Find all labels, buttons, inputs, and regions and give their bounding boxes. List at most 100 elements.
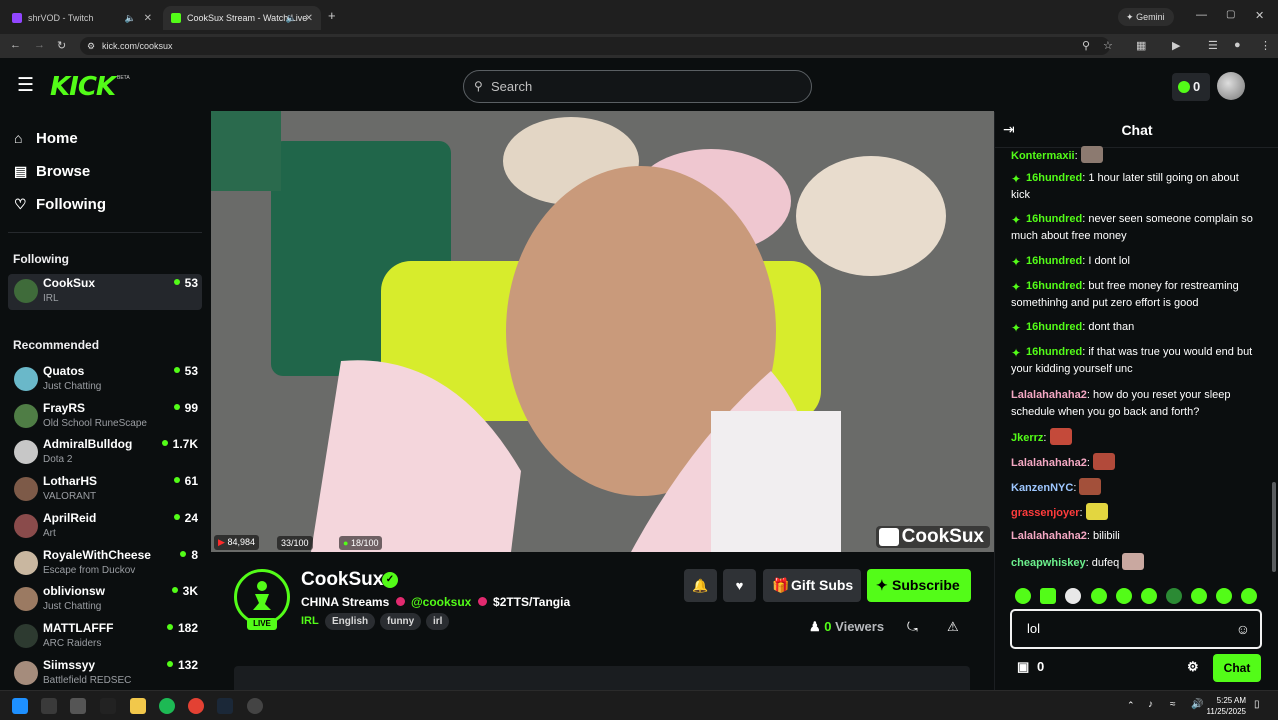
sidebar-channel[interactable]: Siimssyy Battlefield REDSEC 132 <box>8 656 202 692</box>
sidebar-channel[interactable]: MATTLAFFF ARC Raiders 182 <box>8 619 202 655</box>
chat-scrollbar[interactable] <box>1272 482 1276 572</box>
emote-icon[interactable] <box>1141 588 1157 604</box>
translate-icon[interactable]: ☰ <box>1208 39 1218 52</box>
spotify-icon[interactable] <box>159 698 175 714</box>
forward-icon[interactable]: → <box>34 39 45 51</box>
app-icon[interactable] <box>100 698 116 714</box>
browser-tab-twitch[interactable]: shrVOD - Twitch 🔈 ✕ <box>4 6 160 30</box>
notification-bell-button[interactable]: 🔔 <box>684 569 717 602</box>
gift-subs-button[interactable]: 🎁 Gift Subs <box>763 569 861 602</box>
chat-username[interactable]: KanzenNYC <box>1011 482 1073 494</box>
chat-message-input[interactable]: lol ☺ <box>1010 609 1262 649</box>
sidebar-channel-cooksux[interactable]: CookSux IRL 53 <box>8 274 202 310</box>
minimize-icon[interactable]: — <box>1196 9 1207 21</box>
extensions-icon[interactable]: ▦ <box>1136 39 1146 52</box>
chat-username[interactable]: Kontermaxii <box>1011 150 1075 162</box>
report-warning-icon[interactable]: ⚠ <box>947 619 959 635</box>
nav-home[interactable]: ⌂ Home <box>14 130 78 147</box>
browser-tab-kick[interactable]: CookSux Stream - Watch Live 🔈 ✕ <box>163 6 321 30</box>
zoom-icon[interactable]: ⚲ <box>1082 39 1090 52</box>
tag-funny[interactable]: funny <box>380 613 422 630</box>
video-player[interactable]: ▶ 84,984 33/100 ● 18/100 CookSux <box>211 111 994 552</box>
speaker-icon[interactable]: 🔈 <box>125 13 136 24</box>
obs-icon[interactable] <box>247 698 263 714</box>
chat-username[interactable]: Lalalahahaha2 <box>1011 530 1087 542</box>
emote-icon[interactable] <box>1040 588 1056 604</box>
chat-username[interactable]: 16hundred <box>1026 280 1082 292</box>
tray-chevron-icon[interactable]: ⌃ <box>1127 700 1135 711</box>
hamburger-menu-icon[interactable]: ☰ <box>17 74 34 97</box>
nav-following[interactable]: ♡ Following <box>14 196 106 213</box>
emote-icon[interactable] <box>1191 588 1207 604</box>
sidebar-channel[interactable]: LotharHS VALORANT 61 <box>8 472 202 508</box>
sidebar-channel[interactable]: RoyaleWithCheese Escape from Duckov 8 <box>8 546 202 582</box>
site-info-icon[interactable]: ⚙ <box>87 37 95 55</box>
notification-icon[interactable]: ▯ <box>1254 699 1260 710</box>
emote-icon[interactable] <box>1166 588 1182 604</box>
nav-browse[interactable]: ▤ Browse <box>14 163 90 180</box>
user-avatar[interactable] <box>1217 72 1245 100</box>
file-explorer-icon[interactable] <box>130 698 146 714</box>
chat-username[interactable]: 16hundred <box>1026 255 1082 267</box>
profile-icon[interactable]: ● <box>1234 39 1241 51</box>
chat-username[interactable]: 16hundred <box>1026 321 1082 333</box>
search-taskbar-icon[interactable] <box>41 698 57 714</box>
speaker-icon[interactable]: 🔈 <box>286 13 297 24</box>
chat-username[interactable]: Jkerrz <box>1011 432 1043 444</box>
chat-settings-gear-icon[interactable]: ⚙ <box>1187 659 1199 675</box>
volume-icon[interactable]: 🔊 <box>1191 699 1203 710</box>
emoji-picker-icon[interactable]: ☺ <box>1236 611 1250 647</box>
emote-icon[interactable] <box>1116 588 1132 604</box>
url-field[interactable]: ⚙ kick.com/cooksux <box>80 37 1110 55</box>
emote-icon[interactable] <box>1091 588 1107 604</box>
sidebar-channel[interactable]: AprilReid Art 24 <box>8 509 202 545</box>
menu-kebab-icon[interactable]: ⋮ <box>1260 39 1271 52</box>
maximize-icon[interactable]: ▢ <box>1226 9 1235 20</box>
chrome-icon[interactable] <box>188 698 204 714</box>
system-clock[interactable]: 5:25 AM 11/25/2025 <box>1207 695 1246 717</box>
chat-username[interactable]: grassenjoyer <box>1011 507 1079 519</box>
close-tab-icon[interactable]: ✕ <box>305 13 313 24</box>
kick-logo[interactable]: KICK <box>50 72 116 102</box>
sidebar-channel[interactable]: Quatos Just Chatting 53 <box>8 362 202 398</box>
tag-english[interactable]: English <box>325 613 376 630</box>
category-link[interactable]: IRL <box>301 615 319 627</box>
emote-icon[interactable] <box>1065 588 1081 604</box>
emote-icon[interactable] <box>1241 588 1257 604</box>
channel-name[interactable]: CookSux <box>301 569 383 591</box>
kick-coins-button[interactable]: 0 <box>1172 73 1210 101</box>
search-input[interactable]: ⚲ Search <box>463 70 812 103</box>
channel-avatar-large[interactable] <box>234 569 290 625</box>
chat-username[interactable]: Lalalahahaha2 <box>1011 389 1087 401</box>
send-chat-button[interactable]: Chat <box>1213 654 1261 682</box>
chat-username[interactable]: 16hundred <box>1026 346 1082 358</box>
emote-icon[interactable] <box>1216 588 1232 604</box>
gemini-button[interactable]: ✦ Gemini <box>1118 8 1174 26</box>
subscribe-button[interactable]: ✦ Subscribe <box>867 569 971 602</box>
steam-icon[interactable] <box>217 698 233 714</box>
chat-username[interactable]: 16hundred <box>1026 213 1082 225</box>
bookmark-star-icon[interactable]: ☆ <box>1103 39 1113 52</box>
tag-irl[interactable]: irl <box>426 613 450 630</box>
chat-username[interactable]: 16hundred <box>1026 172 1082 184</box>
share-icon[interactable]: ⤿ <box>907 619 918 635</box>
sidebar-channel[interactable]: oblivionsw Just Chatting 3K <box>8 582 202 618</box>
new-tab-button[interactable]: + <box>328 8 336 23</box>
sidebar-channel[interactable]: FrayRS Old School RuneScape 99 <box>8 399 202 435</box>
channel-points-icon[interactable]: ▣ <box>1017 659 1029 675</box>
chat-username[interactable]: Lalalahahaha2 <box>1011 457 1087 469</box>
task-view-icon[interactable] <box>70 698 86 714</box>
title-mention[interactable]: @cooksux <box>411 595 471 609</box>
chat-username[interactable]: cheapwhiskey <box>1011 557 1086 569</box>
media-icon[interactable]: ▶ <box>1172 39 1180 52</box>
microphone-icon[interactable]: ♪ <box>1148 699 1153 710</box>
reload-icon[interactable]: ↻ <box>57 39 66 52</box>
wifi-icon[interactable]: ≈ <box>1170 699 1176 710</box>
close-tab-icon[interactable]: ✕ <box>144 13 152 24</box>
back-icon[interactable]: ← <box>10 39 21 51</box>
close-window-icon[interactable]: ✕ <box>1255 9 1264 22</box>
sidebar-channel[interactable]: AdmiralBulldog Dota 2 1.7K <box>8 435 202 471</box>
windows-start-icon[interactable] <box>12 698 28 714</box>
follow-heart-button[interactable]: ♥ <box>723 569 756 602</box>
emote-icon[interactable] <box>1015 588 1031 604</box>
